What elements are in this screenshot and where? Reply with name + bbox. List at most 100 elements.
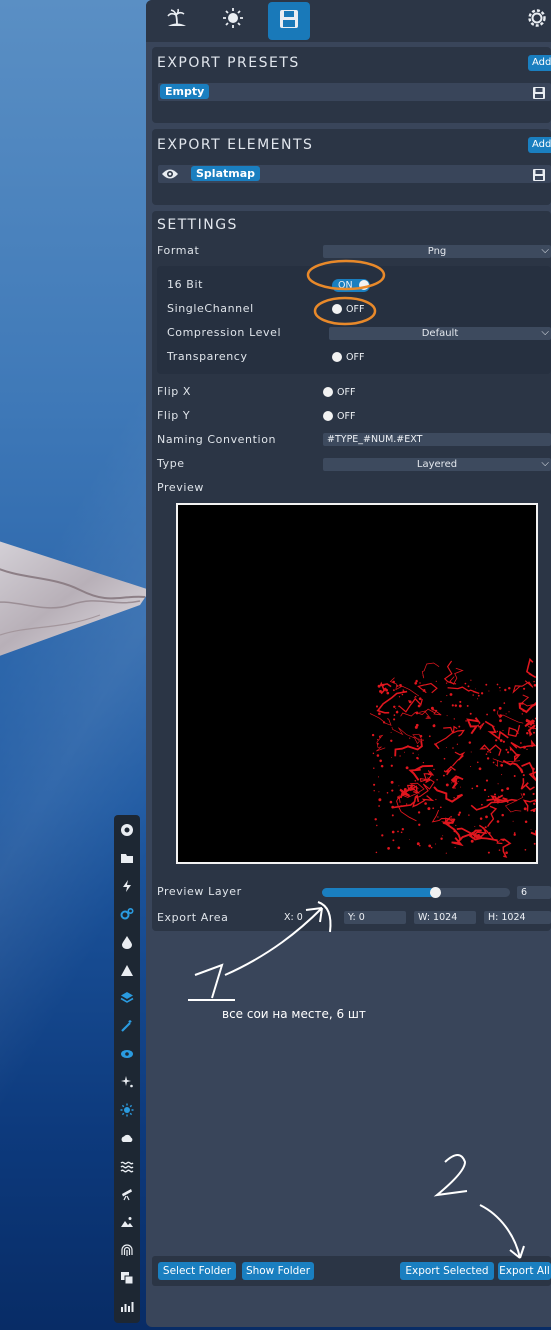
splat-speck (475, 784, 479, 788)
splat-speck (395, 708, 397, 710)
splat-speck (477, 698, 479, 700)
eye-visibility-icon[interactable] (161, 166, 179, 186)
splat-speck (391, 814, 394, 817)
splat-speck (468, 741, 472, 744)
splat-speck (474, 826, 476, 827)
circle-icon[interactable] (120, 823, 134, 837)
add-element-button[interactable]: Add (528, 137, 551, 153)
select-folder-button[interactable]: Select Folder (158, 1262, 236, 1280)
splat-speck (452, 730, 454, 732)
flipx-toggle[interactable]: OFF (323, 386, 361, 399)
splat-speck (378, 798, 382, 802)
splat-vein (433, 786, 464, 803)
preset-chip-empty[interactable]: Empty (160, 84, 210, 99)
preview-image (176, 503, 538, 864)
tab-island[interactable] (162, 5, 192, 35)
splat-speck (393, 705, 396, 709)
single-channel-toggle[interactable]: OFF (332, 303, 370, 316)
chevron-down-icon: ⌵ (541, 327, 549, 338)
splat-speck (399, 684, 402, 687)
format-dropdown[interactable]: Png ⌵ (323, 245, 551, 258)
element-row[interactable]: Splatmap (158, 165, 551, 183)
splat-vein (500, 838, 512, 858)
compression-dropdown[interactable]: Default ⌵ (329, 327, 551, 340)
folder-icon[interactable] (120, 851, 134, 865)
water-icon[interactable] (120, 1159, 134, 1173)
drop-icon[interactable] (120, 935, 134, 949)
flipy-toggle[interactable]: OFF (323, 410, 361, 423)
splat-speck (533, 684, 536, 687)
sparkles-icon[interactable] (120, 1075, 134, 1089)
splat-speck (524, 820, 528, 824)
splat-speck (504, 688, 507, 692)
landscape-icon[interactable] (120, 1215, 134, 1229)
splat-speck (498, 849, 501, 851)
splat-speck (435, 843, 437, 845)
lightning-icon[interactable] (120, 879, 134, 893)
slider-fill (322, 888, 435, 897)
transparency-label: Transparency (167, 350, 248, 363)
splat-speck (464, 682, 467, 685)
add-preset-button[interactable]: Add (528, 55, 551, 71)
splat-vein (396, 794, 417, 822)
splat-speck (414, 725, 418, 729)
magic-wand-icon[interactable] (120, 1019, 134, 1033)
splat-speck (435, 798, 437, 801)
tab-export[interactable] (268, 2, 310, 40)
splat-speck (475, 688, 476, 690)
export-w-field[interactable]: W: 1024 (414, 911, 476, 924)
splat-speck (505, 851, 508, 854)
toggle-knob (332, 352, 342, 362)
splat-speck (395, 710, 399, 714)
toggle-knob (323, 387, 333, 397)
splat-speck (391, 830, 395, 834)
splat-speck (398, 696, 401, 698)
splat-speck (432, 807, 435, 810)
mountain-icon[interactable] (120, 963, 134, 977)
export-selected-button[interactable]: Export Selected (400, 1262, 494, 1280)
stats-chart-icon[interactable] (120, 1299, 134, 1313)
splat-speck (505, 748, 508, 751)
export-h-field[interactable]: H: 1024 (484, 911, 551, 924)
preview-layer-input[interactable]: 6 (517, 886, 551, 899)
export-all-button[interactable]: Export All (498, 1262, 551, 1280)
export-elements-section: EXPORT ELEMENTS Add Splatmap (152, 129, 551, 205)
copy-icon[interactable] (120, 1271, 134, 1285)
settings-button[interactable] (522, 5, 551, 35)
slider-handle[interactable] (429, 887, 441, 898)
telescope-icon[interactable] (120, 1187, 134, 1201)
splat-speck (534, 717, 536, 720)
show-folder-button[interactable]: Show Folder (242, 1262, 314, 1280)
sun-small-icon[interactable] (120, 1103, 134, 1117)
gears-icon[interactable] (120, 907, 134, 921)
bit16-toggle[interactable]: ON (332, 279, 370, 292)
preset-row[interactable]: Empty (158, 83, 551, 101)
eye-icon[interactable] (120, 1047, 134, 1061)
transparency-toggle[interactable]: OFF (332, 351, 370, 364)
splat-speck (478, 767, 482, 771)
export-x-field[interactable]: X: 0 (280, 911, 338, 924)
tab-sun[interactable] (218, 5, 248, 35)
type-dropdown[interactable]: Layered ⌵ (323, 458, 551, 471)
splat-speck (485, 815, 488, 819)
splat-speck (453, 718, 455, 720)
save-preset-icon[interactable] (532, 85, 546, 99)
preview-layer-slider[interactable] (322, 887, 510, 898)
single-channel-value: OFF (346, 304, 365, 315)
save-element-icon[interactable] (532, 167, 546, 181)
clouds-icon[interactable] (120, 1131, 134, 1145)
splat-speck (386, 691, 390, 695)
layers-icon[interactable] (120, 991, 134, 1005)
splat-speck (378, 712, 381, 716)
type-value: Layered (416, 459, 458, 470)
splat-speck (532, 809, 536, 813)
splat-speck (523, 687, 526, 690)
splat-speck (403, 792, 405, 795)
splat-speck (398, 785, 400, 787)
splat-speck (430, 846, 433, 849)
element-chip-splatmap[interactable]: Splatmap (191, 166, 261, 181)
fingerprint-icon[interactable] (120, 1243, 134, 1257)
export-y-field[interactable]: Y: 0 (344, 911, 406, 924)
splat-speck (399, 755, 401, 757)
naming-input[interactable]: #TYPE_#NUM.#EXT (323, 433, 551, 446)
